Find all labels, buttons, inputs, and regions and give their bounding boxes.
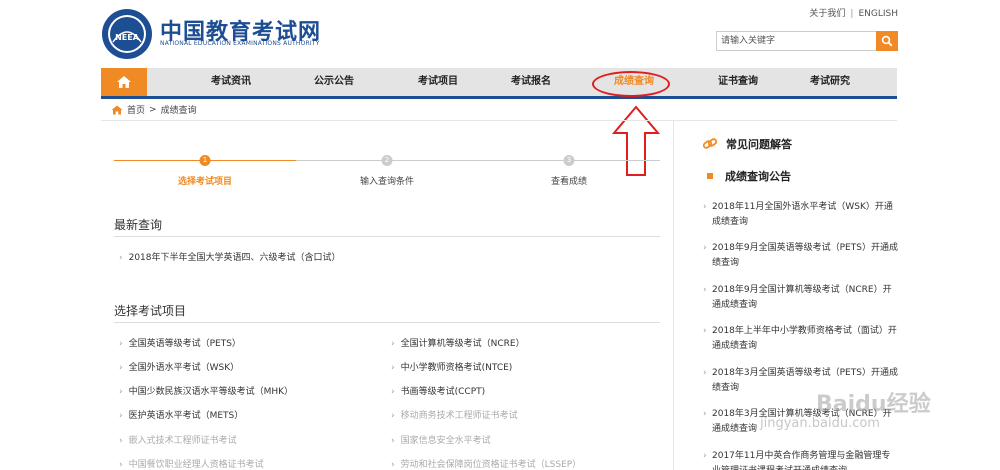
watermark-brand: Baidu经验	[816, 392, 931, 417]
step-2-dot: 2	[381, 155, 393, 166]
top-links: 关于我们 | ENGLISH	[809, 6, 898, 19]
step-line-inactive	[296, 160, 660, 161]
project-wsk[interactable]: 全国外语水平考试（WSK）	[119, 360, 240, 373]
faq-link[interactable]: 常见问题解答	[702, 136, 792, 152]
english-link[interactable]: ENGLISH	[858, 9, 898, 19]
link-icon	[702, 138, 718, 149]
about-link[interactable]: 关于我们	[809, 9, 845, 19]
divider	[101, 120, 897, 121]
recent-item[interactable]: 2018年下半年全国大学英语四、六级考试（含口试）	[119, 250, 341, 263]
project-mhk[interactable]: 中国少数民族汉语水平等级考试（MHK）	[119, 384, 293, 397]
column-divider	[673, 121, 674, 470]
divider	[114, 236, 660, 237]
breadcrumb: 首页 > 成绩查询	[111, 103, 197, 116]
annotation-circle	[592, 71, 670, 97]
notice-title: 成绩查询公告	[725, 170, 791, 183]
breadcrumb-home[interactable]: 首页	[127, 103, 145, 116]
link-separator: |	[850, 9, 854, 19]
home-button[interactable]	[101, 68, 147, 96]
project-pets[interactable]: 全国英语等级考试（PETS）	[119, 336, 241, 349]
logo-text: NEEA	[115, 33, 140, 42]
search-input[interactable]	[716, 31, 876, 51]
chevron-right-icon: ›	[703, 368, 707, 378]
faq-label: 常见问题解答	[726, 138, 792, 151]
nav-item-research[interactable]: 考试研究	[810, 68, 850, 96]
project-ntce[interactable]: 中小学教师资格考试(NTCE)	[391, 360, 513, 373]
divider	[114, 322, 660, 323]
chevron-right-icon: ›	[703, 202, 707, 212]
nav-item-certificate-query[interactable]: 证书查询	[718, 68, 758, 96]
bullet-square-icon	[707, 173, 713, 179]
announcement-item[interactable]: › 2018年9月全国计算机等级考试（NCRE）开通成绩查询	[703, 283, 898, 313]
step-1-dot: 1	[199, 155, 211, 166]
nav-item-news[interactable]: 考试资讯	[211, 68, 251, 96]
step-3-label: 查看成绩	[550, 177, 588, 187]
chevron-right-icon: ›	[703, 285, 707, 295]
search-box	[716, 31, 898, 51]
step-1-label: 选择考试项目	[177, 177, 233, 187]
neea-logo-icon: NEEA	[102, 9, 152, 59]
home-icon	[117, 76, 131, 88]
projects-title: 选择考试项目	[114, 304, 187, 318]
main-nav: 考试资讯 公示公告 考试项目 考试报名 成绩查询 证书查询 考试研究	[101, 68, 897, 99]
nav-item-projects[interactable]: 考试项目	[418, 68, 458, 96]
announcement-item[interactable]: ›2017年11月中英合作商务管理与金融管理专业管理证书课程考试开通成绩查询	[703, 449, 898, 470]
announcement-item[interactable]: › 2018年11月全国外语水平考试（WSK）开通成绩查询	[703, 200, 898, 230]
project-lssep: 劳动和社会保障岗位资格证书考试（LSSEP）	[391, 457, 582, 470]
announcement-item[interactable]: › 2018年9月全国英语等级考试（PETS）开通成绩查询	[703, 241, 898, 271]
project-embedded-engineer: 嵌入式技术工程师证书考试	[119, 433, 237, 446]
brand-subtitle: NATIONAL EDUCATION EXAMINATIONS AUTHORIT…	[160, 40, 320, 47]
chevron-right-icon: ›	[703, 451, 707, 461]
search-icon	[881, 35, 893, 47]
step-3-dot: 3	[563, 155, 575, 166]
nav-item-registration[interactable]: 考试报名	[511, 68, 551, 96]
project-ncre[interactable]: 全国计算机等级考试（NCRE）	[391, 336, 525, 349]
breadcrumb-current: 成绩查询	[160, 106, 197, 116]
project-mobile-commerce: 移动商务技术工程师证书考试	[391, 408, 518, 421]
announcement-item[interactable]: › 2018年上半年中小学教师资格考试（面试）开通成绩查询	[703, 324, 898, 354]
step-2-label: 输入查询条件	[359, 177, 415, 187]
chevron-right-icon: ›	[703, 326, 707, 336]
project-mets[interactable]: 医护英语水平考试（METS）	[119, 408, 244, 421]
project-ccpt[interactable]: 书画等级考试(CCPT)	[391, 384, 486, 397]
breadcrumb-separator: >	[149, 104, 157, 115]
watermark-url: jingyan.baidu.com	[760, 416, 880, 431]
chevron-right-icon: ›	[703, 409, 707, 419]
home-icon	[111, 105, 123, 114]
recent-title: 最新查询	[114, 218, 163, 232]
chevron-right-icon: ›	[703, 243, 707, 253]
query-steps: 1 2 3 选择考试项目 输入查询条件 查看成绩	[114, 154, 660, 194]
nav-item-announcements[interactable]: 公示公告	[314, 68, 354, 96]
project-catering-manager: 中国餐饮职业经理人资格证书考试	[119, 457, 264, 470]
project-info-security: 国家信息安全水平考试	[391, 433, 491, 446]
search-button[interactable]	[876, 31, 898, 51]
notice-header: 成绩查询公告	[707, 168, 791, 184]
